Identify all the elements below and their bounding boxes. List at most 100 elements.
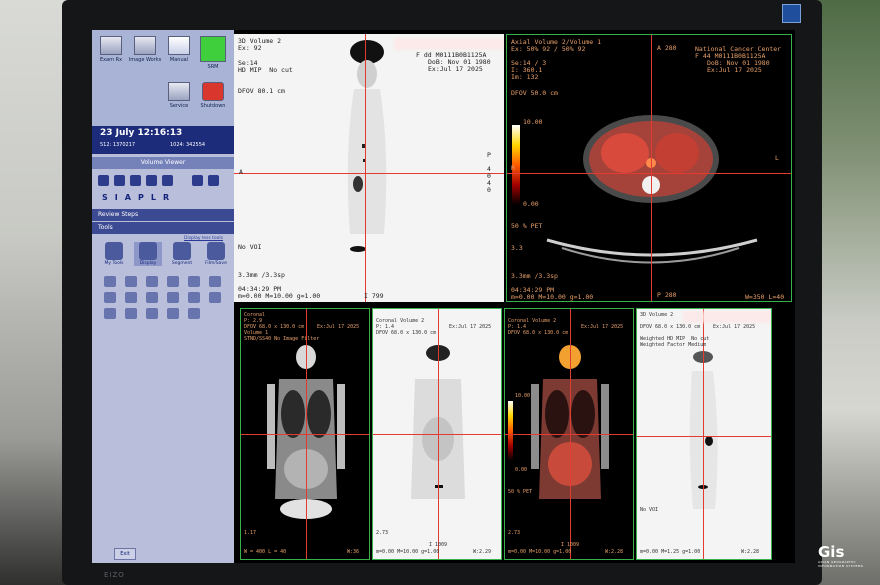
cor3-scale-top: 10.00 [515, 393, 531, 399]
segment-tab[interactable]: Segment [168, 242, 196, 266]
orientation-buttons: S I A P L R [102, 193, 169, 202]
layout-icon[interactable] [192, 175, 203, 186]
mip-window-level: m=0.00 M=1.25 g=1.00 [640, 549, 701, 555]
orient-s-button[interactable]: S [102, 193, 108, 202]
grid-tool-icon[interactable] [209, 292, 221, 303]
shutdown-button[interactable]: Shutdown [196, 82, 230, 109]
magnify-tool-icon[interactable] [167, 276, 179, 287]
memory-1024: 1024: 342554 [170, 142, 206, 148]
mip-crosshair-horizontal [637, 436, 771, 437]
viewport-weighted-mip[interactable]: 3D Volume 2 DFOV 68.0 x 130.0 cm Ex:Jul … [636, 308, 772, 560]
axial-dfov: DFOV 50.0 cm [511, 89, 558, 97]
cor3-pet-blend: 50 % PET [508, 489, 533, 495]
axial-window-level: m=0.00 M=10.00 g=1.00 [511, 293, 594, 301]
manual-button[interactable]: Manual [162, 36, 196, 63]
3d-mip-image [347, 40, 387, 252]
srm-button[interactable]: SRM [196, 36, 230, 70]
review-steps-header[interactable]: Review Steps [92, 209, 234, 221]
axial-thickness: 3.3mm /3.3sp [511, 272, 558, 280]
axial-scale-bottom: 0.00 [523, 200, 539, 208]
cor2-window-level: m=0.00 M=10.00 g=1.00 [376, 549, 440, 555]
curve-tool-icon[interactable] [188, 292, 200, 303]
roi-tool-icon[interactable] [167, 292, 179, 303]
mip-factor: Weighted Factor Medium [640, 342, 707, 348]
ruler-tool-icon[interactable] [146, 292, 158, 303]
cor1-filter: STND/SS40 No Image Filter [244, 336, 320, 342]
reset-icon[interactable] [208, 175, 219, 186]
redaction [683, 311, 771, 323]
my-tools-tab[interactable]: My Tools [100, 242, 128, 266]
stack-tool-icon[interactable] [146, 308, 158, 319]
service-icon [168, 82, 190, 101]
line-tool-icon[interactable] [104, 292, 116, 303]
display-less-tools-link[interactable]: Display less tools [184, 236, 223, 241]
viewport-axial-fused[interactable]: Axial Volume 2/Volume 1 Ex: 50% 92 / 50%… [506, 34, 792, 302]
cross-tool-icon[interactable] [125, 276, 137, 287]
image-works-button[interactable]: Image Works [128, 36, 162, 63]
cor2-image-number: I 1009 [429, 542, 448, 548]
coronal-ct-crosshair-horizontal [241, 434, 369, 435]
power-icon [202, 82, 224, 101]
coronal-fused-crosshair-horizontal [505, 434, 633, 435]
datetime-block: 23 July 12:16:13 512: 1370217 1024: 3425… [92, 126, 234, 154]
mip-width: W:2.28 [741, 549, 760, 555]
service-button[interactable]: Service [162, 82, 196, 109]
axial-scale-top: 10.00 [523, 118, 543, 126]
manual-icon [168, 36, 190, 55]
exam-rx-button[interactable]: Exam Rx [94, 36, 128, 63]
coronal-ct-crosshair-vertical [306, 309, 307, 559]
orient-a-button[interactable]: A [125, 193, 131, 202]
arrow-tool-icon[interactable] [104, 276, 116, 287]
3d-ex: Ex: 92 [238, 44, 262, 52]
axial-im: Im: 132 [511, 73, 539, 81]
orient-i-button[interactable]: I [115, 193, 118, 202]
mip-exdate: Ex:Jul 17 2025 [713, 324, 756, 330]
cor1-window-level: W = 400 L = 40 [244, 549, 287, 555]
film-save-tab[interactable]: Film/Save [202, 242, 230, 266]
pan-icon[interactable] [130, 175, 141, 186]
exam-rx-icon [100, 36, 122, 55]
3d-tool-icon[interactable] [167, 308, 179, 319]
memory-512: 512: 1370217 [100, 142, 136, 148]
axial-posterior: P 280 [657, 291, 677, 299]
axial-anterior: A 280 [657, 44, 677, 52]
windows-badge-icon [782, 4, 801, 23]
angle-tool-icon[interactable] [125, 292, 137, 303]
viewport-coronal-fused[interactable]: Coronal Volume 2 P: 1.4 DFOV 68.0 x 130.… [504, 308, 634, 560]
3d-window-level: m=0.00 M=10.00 g=1.00 [238, 292, 321, 300]
rotate-icon[interactable] [162, 175, 173, 186]
exit-button[interactable]: Exit [114, 548, 136, 560]
film-tool-icon[interactable] [125, 308, 137, 319]
3d-exdate: Ex:Jul 17 2025 [428, 65, 483, 73]
viewport-3d-mip[interactable]: 3D Volume 2 Ex: 92 Se:14 HD MIP No cut D… [234, 34, 504, 302]
viewport-coronal-pet[interactable]: Coronal Volume 2 P: 1.4 DFOV 68.0 x 130.… [372, 308, 502, 560]
orient-p-button[interactable]: P [138, 193, 144, 202]
volume-viewer-header[interactable]: Volume Viewer [92, 157, 234, 169]
window-level-icon[interactable] [146, 175, 157, 186]
tool-tabs: My Tools Display Segment Film/Save [100, 242, 230, 266]
image-works-icon [134, 36, 156, 55]
orient-r-button[interactable]: R [163, 193, 169, 202]
note-tool-icon[interactable] [209, 276, 221, 287]
cor3-image-number: I 1009 [561, 542, 580, 548]
viewer-icon-row [98, 175, 219, 188]
text-tool-icon[interactable] [188, 276, 200, 287]
tools-header[interactable]: Tools [92, 222, 234, 234]
cor2-value: 2.73 [376, 530, 389, 536]
axial-fused-image [546, 115, 758, 264]
3d-image-number: I 799 [364, 292, 384, 300]
ellipse-tool-icon[interactable] [146, 276, 158, 287]
zoom-icon[interactable] [114, 175, 125, 186]
monitor-brand: EIZO [104, 571, 125, 579]
cor3-width: W:2.28 [605, 549, 624, 555]
viewport-coronal-ct[interactable]: Coronal P: 2.9 DFOV 68.0 x 130.0 cm Ex:J… [240, 308, 370, 560]
axial-crosshair-vertical [651, 35, 652, 301]
pointer-icon[interactable] [98, 175, 109, 186]
link-tool-icon[interactable] [188, 308, 200, 319]
coronal-fused-crosshair-vertical [570, 309, 571, 559]
tool-grid [104, 276, 223, 319]
capture-tool-icon[interactable] [104, 308, 116, 319]
orient-l-button[interactable]: L [151, 193, 156, 202]
app-launcher: Exam Rx Image Works Manual SRM Service S… [92, 30, 234, 126]
display-tab[interactable]: Display [134, 242, 162, 266]
